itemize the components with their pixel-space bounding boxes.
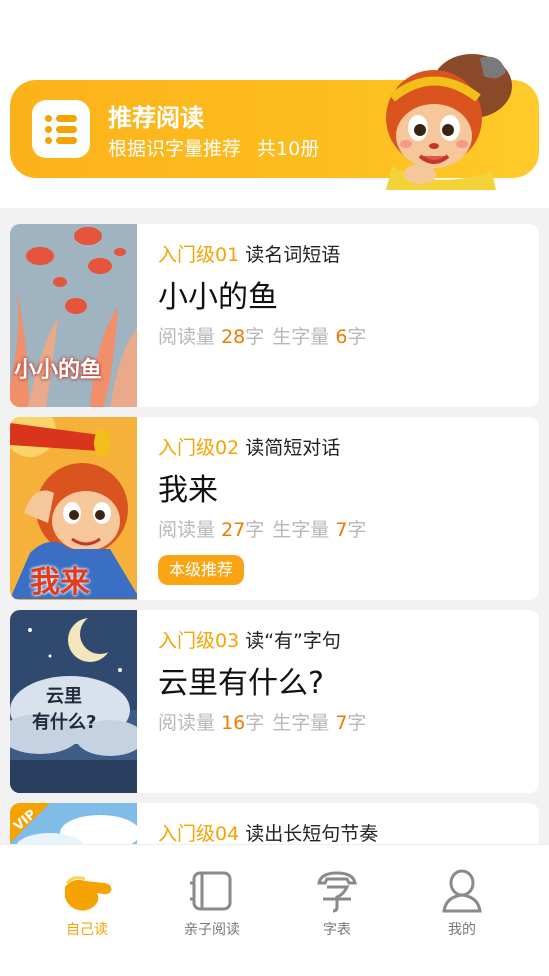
banner-book-count: 共10册 (257, 138, 320, 160)
nav-label: 字表 (323, 922, 351, 938)
book-level: 入门级04 读出长短句节奏 (158, 819, 378, 846)
level-theme: 读名词短语 (245, 244, 341, 266)
level-theme: 读出长短句节奏 (245, 823, 379, 845)
nav-label: 我的 (448, 922, 476, 938)
book-level: 入门级01 读名词短语 (158, 240, 340, 267)
book-cover: 云里 有什么? (10, 610, 137, 793)
book-title: 小小的鱼 (158, 280, 278, 315)
book-stats: 阅读量 27字 生字量 7字 (158, 519, 367, 541)
level-label: 入门级02 (158, 437, 240, 459)
read-count: 27 (221, 519, 246, 541)
book-level: 入门级03 读“有”字句 (158, 626, 341, 653)
banner-subtitle-text: 根据识字量推荐 (108, 138, 242, 160)
book-icon (190, 871, 232, 911)
nav-label: 自己读 (66, 922, 108, 938)
book-cover: VIP (10, 803, 137, 848)
character-table-icon (317, 871, 357, 913)
book-cover: 我来 (10, 417, 137, 600)
book-card[interactable]: VIP 入门级04 读出长短句节奏 (10, 803, 539, 848)
book-card[interactable]: 小小的鱼 入门级01 读名词短语 小小的鱼 阅读量 28字 生字量 6字 (10, 224, 539, 407)
cover-title: 小小的鱼 (14, 358, 103, 383)
monkey-king-mascot (386, 54, 512, 190)
hand-pointer-icon (65, 876, 112, 911)
book-card[interactable]: 云里 有什么? 入门级03 读“有”字句 云里有什么? 阅读量 16字 生字量 7字 (10, 610, 539, 793)
cover-title-line-2: 有什么? (32, 712, 97, 733)
read-count: 28 (221, 326, 246, 348)
list-icon (32, 100, 90, 158)
read-count: 16 (221, 712, 246, 734)
book-title: 我来 (158, 473, 218, 508)
app-root: 推荐阅读 根据识字量推荐 共10册 小小的鱼 入门级01 读名词短语 小小的鱼 … (0, 0, 549, 976)
new-char-count: 7 (335, 519, 348, 541)
level-label: 入门级03 (158, 630, 240, 652)
bottom-navigation: 自己读 亲子阅读 字表 我的 (0, 844, 549, 976)
nav-tab-mine[interactable]: 我的 (407, 869, 517, 949)
book-level: 入门级02 读简短对话 (158, 433, 340, 460)
cover-title: 我来 (30, 565, 90, 600)
level-label: 入门级04 (158, 823, 240, 845)
banner-title: 推荐阅读 (108, 104, 204, 132)
banner-subtitle: 根据识字量推荐 共10册 (108, 134, 319, 161)
cover-title-line-1: 云里 (46, 686, 82, 707)
book-stats: 阅读量 28字 生字量 6字 (158, 326, 367, 348)
level-label: 入门级01 (158, 244, 240, 266)
book-title: 云里有什么? (158, 666, 324, 701)
nav-tab-character-table[interactable]: 字表 (282, 869, 392, 949)
new-char-count: 6 (335, 326, 348, 348)
level-theme: 读“有”字句 (245, 630, 341, 652)
book-card[interactable]: 我来 入门级02 读简短对话 我来 阅读量 27字 生字量 7字 本级推荐 (10, 417, 539, 600)
nav-tab-self-read[interactable]: 自己读 (32, 869, 142, 949)
book-stats: 阅读量 16字 生字量 7字 (158, 712, 367, 734)
level-theme: 读简短对话 (245, 437, 341, 459)
book-list: 小小的鱼 入门级01 读名词短语 小小的鱼 阅读量 28字 生字量 6字 我来 … (0, 208, 549, 848)
recommended-badge: 本级推荐 (158, 555, 245, 585)
book-cover: 小小的鱼 (10, 224, 137, 407)
nav-label: 亲子阅读 (184, 922, 240, 938)
nav-tab-parent-child-reading[interactable]: 亲子阅读 (157, 869, 267, 949)
person-icon (442, 869, 482, 913)
new-char-count: 7 (335, 712, 348, 734)
